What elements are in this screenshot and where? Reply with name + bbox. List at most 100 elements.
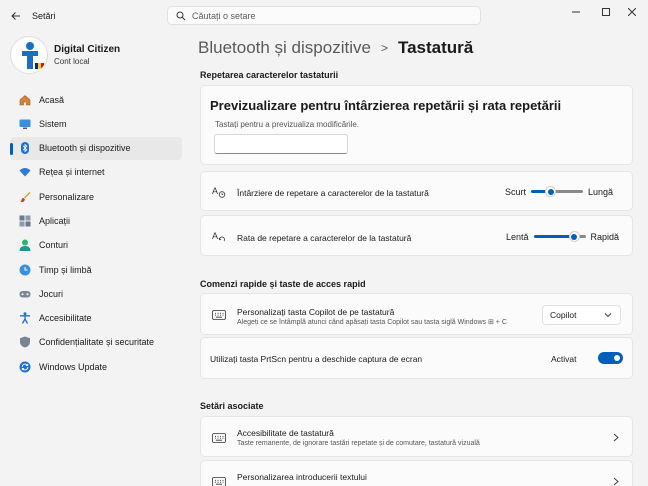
back-button[interactable] (8, 8, 24, 24)
account-type: Cont local (54, 57, 90, 66)
keyboard-icon (212, 475, 226, 486)
sidebar-item-label: Personalizare (39, 191, 95, 202)
sidebar-item-accessibility[interactable]: Accesibilitate (10, 307, 182, 330)
sidebar-item-apps[interactable]: Aplicații (10, 209, 182, 232)
slider-min-label: Lentă (506, 232, 529, 242)
dropdown-value: Copilot (550, 310, 577, 320)
repeat-delay-control: Scurt Lungă (505, 186, 613, 198)
slider-thumb[interactable] (568, 231, 580, 242)
slider-min-label: Scurt (505, 187, 527, 197)
monitor-icon (18, 117, 31, 130)
brush-icon (18, 190, 31, 203)
copilot-key-label: Personalizați tasta Copilot de pe tastat… (237, 307, 395, 317)
repeat-rate-icon: A (212, 230, 226, 244)
typing-personalization-label: Personalizarea introducerii textului (237, 472, 367, 482)
wifi-icon (18, 166, 31, 179)
shield-icon (18, 336, 31, 349)
digital-citizen-logo-icon (22, 42, 44, 69)
section-heading-related: Setări asociate (200, 401, 264, 411)
breadcrumb-separator: > (380, 41, 388, 55)
repeat-delay-row: A Întârziere de repetare a caracterelor … (200, 171, 633, 211)
sidebar-item-personalization[interactable]: Personalizare (10, 185, 182, 208)
accessibility-icon (18, 312, 31, 325)
preview-title: Previzualizare pentru întârzierea repetă… (210, 98, 562, 113)
close-icon (628, 8, 636, 16)
search-box[interactable] (167, 6, 481, 25)
chevron-down-icon (604, 313, 612, 318)
sidebar-item-label: Jocuri (39, 288, 64, 299)
slider-max-label: Rapidă (590, 232, 620, 242)
repeat-rate-label: Rata de repetare a caracterelor de la ta… (237, 233, 412, 243)
user-name: Digital Citizen (54, 44, 121, 55)
preview-card: Previzualizare pentru întârzierea repetă… (200, 85, 633, 165)
close-button[interactable] (622, 5, 642, 19)
svg-text:A: A (212, 186, 218, 196)
copilot-key-row: Personalizați tasta Copilot de pe tastat… (200, 293, 633, 335)
repeat-rate-row: A Rata de repetare a caracterelor de la … (200, 215, 633, 256)
search-input[interactable] (192, 10, 472, 21)
sidebar-item-network[interactable]: Rețea și internet (10, 161, 182, 184)
keyboard-icon (212, 308, 226, 322)
section-heading-repeat: Repetarea caracterelor tastaturii (200, 70, 339, 80)
minimize-icon (572, 11, 580, 13)
apps-icon (18, 214, 31, 227)
chevron-right-icon (612, 476, 620, 486)
sidebar-item-time-language[interactable]: Timp și limbă (10, 258, 182, 281)
sidebar-item-label: Sistem (39, 118, 67, 129)
breadcrumb-parent[interactable]: Bluetooth și dispozitive (198, 38, 371, 58)
repeat-delay-label: Întârziere de repetare a caracterelor de… (237, 188, 429, 198)
prtscn-toggle[interactable] (598, 352, 623, 364)
sidebar-item-label: Timp și limbă (39, 264, 92, 275)
prtscn-state: Activat (551, 354, 577, 364)
sidebar-item-label: Aplicații (39, 215, 71, 226)
home-icon (18, 93, 31, 106)
copilot-key-dropdown[interactable]: Copilot (542, 305, 621, 325)
bluetooth-icon (18, 142, 31, 155)
prtscn-row: Utilizați tasta PrtScn pentru a deschide… (200, 337, 633, 379)
arrow-left-icon (11, 12, 20, 20)
sidebar-item-system[interactable]: Sistem (10, 112, 182, 135)
keyboard-icon (212, 431, 226, 445)
sidebar-item-label: Acasă (39, 94, 65, 105)
page-title: Tastatură (397, 38, 474, 57)
keyboard-accessibility-row[interactable]: Accesibilitate de tastatură Taste remane… (200, 416, 633, 457)
slider-thumb[interactable] (545, 186, 557, 197)
sidebar-item-label: Windows Update (39, 361, 108, 372)
sidebar-item-bluetooth-devices[interactable]: Bluetooth și dispozitive (10, 136, 182, 160)
search-icon (176, 11, 186, 20)
sidebar-item-accounts[interactable]: Conturi (10, 234, 182, 257)
person-icon (18, 239, 31, 252)
sidebar-item-label: Bluetooth și dispozitive (39, 143, 131, 154)
preview-hint: Tastați pentru a previzualiza modificări… (215, 120, 360, 129)
sidebar-nav: Acasă Sistem Bluetooth și dispozitive Re… (10, 88, 182, 380)
repeat-rate-slider[interactable] (533, 231, 586, 243)
prtscn-label: Utilizați tasta PrtScn pentru a deschide… (210, 354, 423, 364)
update-icon (18, 360, 31, 373)
sidebar-item-home[interactable]: Acasă (10, 88, 182, 111)
globe-clock-icon (18, 263, 31, 276)
gamepad-icon (18, 287, 31, 300)
repeat-rate-control: Lentă Rapidă (506, 231, 619, 243)
preview-input[interactable] (214, 134, 348, 154)
sidebar-item-windows-update[interactable]: Windows Update (10, 355, 182, 378)
breadcrumb: Bluetooth și dispozitive > Tastatură (198, 36, 473, 60)
slider-track-filled (533, 235, 575, 238)
title-bar: Setări (0, 0, 648, 32)
sidebar-item-label: Confidențialitate și securitate (39, 337, 155, 348)
slider-max-label: Lungă (588, 187, 614, 197)
app-title: Setări (32, 11, 56, 21)
svg-text:A: A (212, 231, 218, 241)
sidebar-item-privacy-security[interactable]: Confidențialitate și securitate (10, 331, 182, 354)
chevron-right-icon (612, 432, 620, 442)
maximize-icon (602, 8, 610, 16)
minimize-button[interactable] (566, 5, 586, 19)
sidebar-item-label: Conturi (39, 240, 69, 251)
keyboard-accessibility-label: Accesibilitate de tastatură (237, 428, 334, 438)
repeat-delay-slider[interactable] (531, 186, 584, 198)
maximize-button[interactable] (596, 5, 616, 19)
section-heading-shortcuts: Comenzi rapide și taste de acces rapid (200, 279, 366, 289)
typing-personalization-row[interactable]: Personalizarea introducerii textului (200, 460, 633, 486)
sidebar-item-gaming[interactable]: Jocuri (10, 282, 182, 305)
user-profile[interactable]: Digital Citizen Cont local (10, 36, 190, 76)
keyboard-accessibility-sub: Taste remanente, de ignorare tastări rep… (237, 440, 480, 447)
